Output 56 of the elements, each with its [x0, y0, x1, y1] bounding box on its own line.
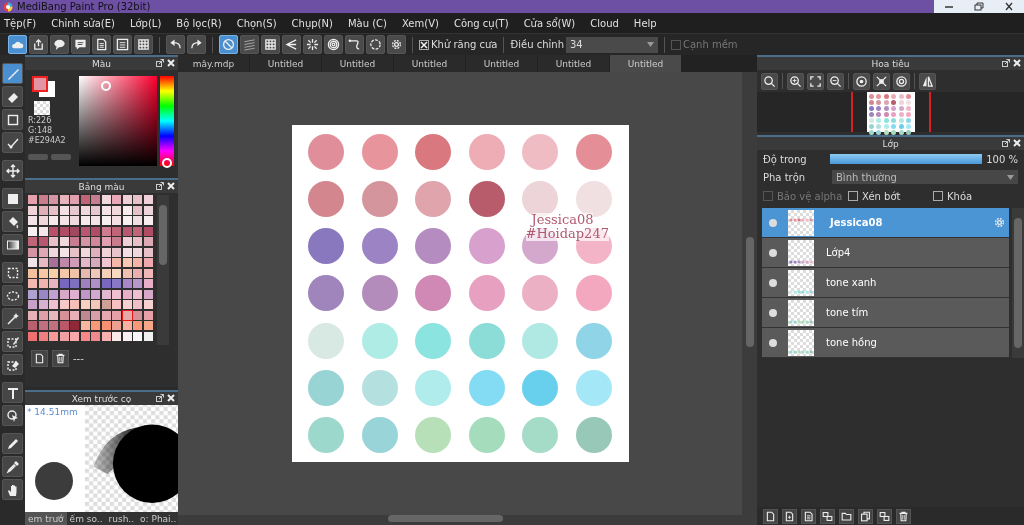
opacity-value: 100 %	[986, 153, 1018, 165]
panel-tab[interactable]: o: Phai..	[137, 512, 180, 525]
panel-tab[interactable]: ếm so..	[66, 512, 106, 525]
panel-title: Màu	[92, 58, 111, 69]
checkbox-label: Cạnh mềm	[683, 39, 738, 50]
menu-item[interactable]: Chọn(S)	[236, 17, 277, 29]
menu-item[interactable]: Bộ lọc(R)	[176, 17, 222, 29]
layer-row[interactable]: tone hồng	[762, 328, 1009, 358]
menu-item[interactable]: Màu (C)	[347, 17, 387, 29]
layer-name: tone hồng	[826, 337, 877, 348]
layer-row[interactable]: tone tím	[762, 298, 1009, 328]
document-tab[interactable]: mây.mdp	[178, 55, 249, 72]
menu-item[interactable]: Công cụ(T)	[453, 17, 509, 29]
signature-text: #Hoidap247	[525, 227, 609, 241]
layer-name: Jessica08	[830, 217, 883, 228]
document-tab[interactable]: Untitled	[250, 55, 321, 72]
panel-title: Bảng màu	[78, 181, 125, 192]
panel-title: Lớp	[882, 138, 899, 149]
menu-item[interactable]: Xem(V)	[401, 17, 439, 29]
checkbox-label: Khóa	[947, 190, 973, 202]
palette-name: ---	[73, 353, 84, 364]
menu-item[interactable]: Chụp(N)	[291, 17, 333, 29]
correction-label: Điều chỉnh	[510, 39, 564, 50]
layer-name: tone tím	[826, 307, 869, 318]
signature-text: Jessica08	[531, 213, 594, 227]
panel-title: Hoa tiêu	[871, 58, 910, 69]
menu-item[interactable]: Cửa sổ(W)	[523, 17, 576, 29]
menu-item[interactable]: Cloud	[590, 17, 619, 29]
panel-title: Xem trước cọ	[71, 393, 132, 404]
correction-dropdown[interactable]: 34	[566, 36, 658, 53]
checkbox-label: Xén bớt	[862, 190, 901, 202]
menu-item[interactable]: Chỉnh sửa(E)	[51, 17, 115, 29]
window-title: MediBang Paint Pro (32bit)	[17, 1, 151, 12]
layer-row[interactable]: tone xanh	[762, 268, 1009, 298]
layer-name: Lớp4	[826, 247, 851, 258]
document-tab[interactable]: Untitled	[394, 55, 465, 72]
document-tab[interactable]: Untitled	[322, 55, 393, 72]
checkbox-label: Bảo vệ alpha	[777, 190, 843, 202]
r-channel-value: R:226	[28, 116, 53, 125]
opacity-label: Độ trong	[763, 153, 808, 165]
hex-value: #E294A2	[28, 136, 67, 145]
g-channel-value: G:148	[28, 126, 54, 135]
checkbox-label: Khử răng cưa	[431, 39, 498, 50]
menu-item[interactable]: Help	[633, 17, 657, 29]
blend-mode-label: Pha trộn	[763, 171, 807, 183]
panel-tab[interactable]: em trướ	[25, 512, 67, 525]
menu-item[interactable]: Tệp(F)	[4, 17, 37, 29]
blend-mode-dropdown[interactable]: Bình thường	[832, 170, 1018, 184]
document-tab[interactable]: Untitled	[466, 55, 537, 72]
menu-item[interactable]: Lớp(L)	[129, 17, 162, 29]
layer-row[interactable]: Lớp4	[762, 238, 1009, 268]
document-tab[interactable]: Untitled	[538, 55, 609, 72]
brush-size-label: * 14.51mm	[27, 407, 79, 417]
document-tab[interactable]: Untitled	[610, 55, 681, 72]
panel-tab[interactable]: rush..	[105, 512, 138, 525]
layer-name: tone xanh	[826, 277, 877, 288]
